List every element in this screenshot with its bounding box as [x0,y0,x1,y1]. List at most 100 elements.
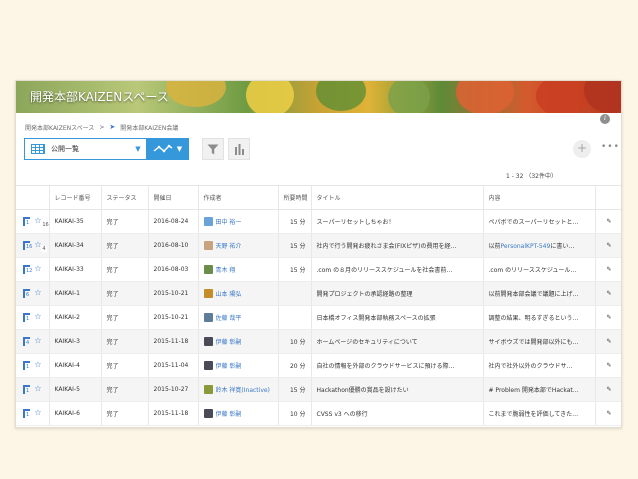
add-record-button[interactable]: + [573,140,591,158]
table-row[interactable]: 1 ☆ KAIKAI-6 完了 2015-11-18 伊藤 彰嗣 10 分 CVS… [16,401,621,426]
record-number: KAIKAI-34 [49,233,102,258]
record-detail-icon[interactable]: 12 [22,264,32,275]
record-number: KAIKAI-4 [49,353,102,378]
creator-link[interactable]: 佐藤 哉平 [216,313,242,322]
edit-pencil-icon[interactable]: ✎ [595,353,621,378]
meeting-date: 2016-08-03 [148,257,199,282]
creator-link[interactable]: 青木 翔 [216,265,236,274]
table-row[interactable]: 1 ☆ KAIKAI-5 完了 2015-10-27 鈴木 祥寛(Inactive… [16,377,621,402]
duration [278,305,312,330]
title: ホームページのセキュリティについて [311,329,484,354]
record-detail-icon[interactable]: 1 [22,384,30,395]
status: 完了 [101,209,149,234]
creator-link[interactable]: 天野 祐介 [216,241,242,250]
edit-pencil-icon[interactable]: ✎ [595,401,621,426]
duration: 15 分 [278,233,312,258]
record-detail-icon[interactable]: 4 [22,336,30,347]
header-record-number[interactable]: レコード番号 [49,185,102,210]
avatar [203,337,213,346]
content: これまで脆弱性を評価してきた… [483,401,596,426]
meeting-date: 2015-11-04 [148,353,199,378]
breadcrumb-space-link[interactable]: 開発本部KAIZENスペース [25,123,94,132]
record-detail-icon[interactable]: 1 [22,360,30,371]
like-icon[interactable]: ☆ [34,408,43,420]
header-content[interactable]: 内容 [483,185,596,210]
like-icon[interactable]: ☆ [34,336,43,348]
record-detail-icon[interactable]: 1 [22,216,30,227]
table-view-icon [31,144,45,154]
edit-pencil-icon[interactable]: ✎ [595,209,621,234]
header-actions [16,185,50,210]
status: 完了 [101,353,149,378]
filter-button[interactable] [202,138,224,160]
title: .com の８月のリリーススケジュールを社会書前… [311,257,484,282]
content-link[interactable]: PersonalKPT-549 [501,243,551,250]
edit-pencil-icon[interactable]: ✎ [595,281,621,306]
record-number: KAIKAI-35 [49,209,102,234]
like-icon[interactable]: ☆ [34,288,43,300]
creator-link[interactable]: 田中 裕一 [216,217,242,226]
more-options-button[interactable]: ••• [601,142,620,152]
duration: 10 分 [278,401,312,426]
header-edit [595,185,621,210]
app-window: 開発本部KAIZENスペース 開発本部KAIZENスペース > ➤ 開発本部KA… [15,80,622,428]
record-detail-icon[interactable]: 16 [22,240,32,251]
content: .com のリリーススケジュール… [483,257,596,282]
avatar [203,241,213,250]
like-icon[interactable]: ☆ [34,264,43,276]
creator-link[interactable]: 鈴木 祥寛(Inactive) [216,385,270,394]
chart-button[interactable] [228,138,250,160]
duration: 15 分 [278,209,312,234]
duration: 15 分 [278,257,312,282]
header-creator[interactable]: 作成者 [198,185,279,210]
table-row[interactable]: 1 ☆ KAIKAI-2 完了 2015-10-21 佐藤 哉平 日本橋オフィス開… [16,305,621,330]
edit-pencil-icon[interactable]: ✎ [595,305,621,330]
edit-pencil-icon[interactable]: ✎ [595,257,621,282]
edit-pencil-icon[interactable]: ✎ [595,377,621,402]
table-row[interactable]: 12 ☆ KAIKAI-33 完了 2016-08-03 青木 翔 15 分 .c… [16,257,621,282]
meeting-date: 2016-08-10 [148,233,199,258]
avatar [203,409,213,418]
pin-icon: ➤ [109,123,116,131]
title: 開発プロジェクトの承認経路の整理 [311,281,484,306]
meeting-date: 2015-10-21 [148,281,199,306]
creator-link[interactable]: 伊藤 彰嗣 [216,361,242,370]
info-icon[interactable]: i [600,114,610,124]
status: 完了 [101,401,149,426]
like-icon[interactable]: ☆ [34,360,43,372]
avatar [203,289,213,298]
like-icon[interactable]: ☆ [34,312,43,324]
content: 以前開発本部会議で議題に上げ… [483,281,596,306]
like-icon[interactable]: ☆ 16 [34,216,48,228]
record-number: KAIKAI-5 [49,377,102,402]
table-row[interactable]: 1 ☆ 16 KAIKAI-35 完了 2016-08-24 田中 裕一 15 分 … [16,209,621,234]
table-row[interactable]: 1 ☆ KAIKAI-4 完了 2015-11-04 伊藤 彰嗣 20 分 自社の… [16,353,621,378]
record-detail-icon[interactable]: 6 [22,288,30,299]
header-status[interactable]: ステータス [101,185,149,210]
table-row[interactable]: 6 ☆ KAIKAI-1 完了 2015-10-21 山本 陽弘 開発プロジェクト… [16,281,621,306]
pagination-info: 1 - 32 （32件中） [506,173,557,180]
table-row[interactable]: 16 ☆ 4 KAIKAI-34 完了 2016-08-10 天野 祐介 15 分 … [16,233,621,258]
graph-button[interactable]: ▼ [146,138,189,160]
record-detail-icon[interactable]: 1 [22,408,30,419]
title: 日本橋オフィス開発本部執務スペースの拡張 [311,305,484,330]
edit-pencil-icon[interactable]: ✎ [595,233,621,258]
title: スーパーリセットしちゃお！ [311,209,484,234]
table-header-row: レコード番号 ステータス 開催日 作成者 所要時間 タイトル 内容 [16,185,621,210]
header-title[interactable]: タイトル [311,185,484,210]
creator-link[interactable]: 山本 陽弘 [216,289,242,298]
record-detail-icon[interactable]: 1 [22,312,30,323]
like-icon[interactable]: ☆ [34,384,43,396]
creator-link[interactable]: 伊藤 彰嗣 [216,337,242,346]
space-header-banner: 開発本部KAIZENスペース [16,81,621,113]
view-selector[interactable]: 公開一覧 ▼ [24,138,147,160]
header-date[interactable]: 開催日 [148,185,199,210]
table-row[interactable]: 4 ☆ KAIKAI-3 完了 2015-11-18 伊藤 彰嗣 10 分 ホーム… [16,329,621,354]
like-icon[interactable]: ☆ 4 [34,240,47,252]
edit-pencil-icon[interactable]: ✎ [595,329,621,354]
meeting-date: 2015-11-18 [148,401,199,426]
creator-link[interactable]: 伊藤 彰嗣 [216,409,242,418]
header-duration[interactable]: 所要時間 [278,185,312,210]
space-title: 開発本部KAIZENスペース [30,90,169,104]
status: 完了 [101,281,149,306]
